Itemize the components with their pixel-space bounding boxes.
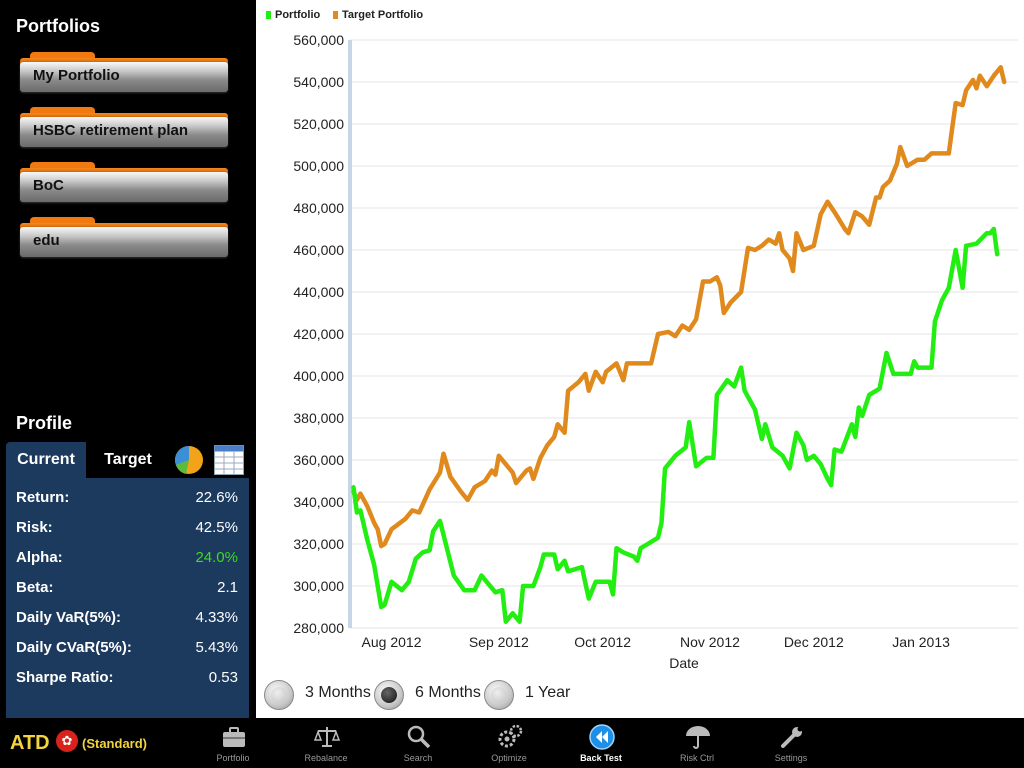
x-tick-label: Aug 2012 — [362, 634, 422, 650]
x-tick-label: Sep 2012 — [469, 634, 529, 650]
edition-label: (Standard) — [82, 736, 147, 751]
x-tick-label: Dec 2012 — [784, 634, 844, 650]
portfolios-title: Portfolios — [16, 16, 100, 36]
nav-label: Portfolio — [216, 753, 250, 763]
metric-risk: Risk: 42.5% — [16, 519, 238, 543]
y-tick-label: 420,000 — [293, 326, 344, 342]
radio-button[interactable] — [264, 680, 294, 710]
tab-current[interactable]: Current — [6, 442, 86, 478]
sidebar: Portfolios My Portfolio HSBC retirement … — [0, 0, 256, 718]
metric-label: Return: — [16, 489, 70, 506]
metric-alpha: Alpha: 24.0% — [16, 549, 238, 573]
y-tick-label: 340,000 — [293, 494, 344, 510]
nav-back-test[interactable]: Back Test — [566, 718, 636, 768]
rewind-icon — [589, 724, 615, 750]
tab-target[interactable]: Target — [86, 442, 170, 478]
metric-value: 2.1 — [217, 579, 238, 596]
y-tick-label: 520,000 — [293, 116, 344, 132]
metric-beta: Beta: 2.1 — [16, 579, 238, 603]
bottom-tab-bar: ATD ✿ (Standard) Portfolio Rebalance Sea… — [0, 718, 1024, 768]
y-tick-label: 500,000 — [293, 158, 344, 174]
y-tick-label: 480,000 — [293, 200, 344, 216]
nav-label: Optimize — [491, 753, 527, 763]
nav-search[interactable]: Search — [383, 718, 453, 768]
nav-portfolio[interactable]: Portfolio — [198, 718, 268, 768]
nav-label: Search — [403, 753, 433, 763]
table-icon[interactable] — [214, 445, 244, 475]
metric-value: 0.53 — [208, 669, 238, 686]
y-tick-label: 460,000 — [293, 242, 344, 258]
scales-icon — [314, 727, 340, 747]
chart-area: Portfolio Target Portfolio 280,000 300,00… — [256, 0, 1024, 718]
portfolio-folder-boc[interactable]: BoC — [20, 162, 230, 202]
portfolio-folder-hsbc[interactable]: HSBC retirement plan — [20, 107, 230, 147]
y-tick-label: 380,000 — [293, 410, 344, 426]
series-line-portfolio — [351, 226, 1000, 624]
nav-label: Risk Ctrl — [680, 753, 714, 763]
y-tick-label: 360,000 — [293, 452, 344, 468]
series-line-target-portfolio — [351, 65, 1007, 549]
y-tick-label: 440,000 — [293, 284, 344, 300]
metric-daily-cvar: Daily CVaR(5%): 5.43% — [16, 639, 238, 663]
radio-button-selected[interactable] — [374, 680, 404, 710]
umbrella-icon — [686, 726, 710, 749]
metric-label: Daily CVaR(5%): — [16, 639, 132, 656]
nav-label: Back Test — [580, 753, 622, 763]
folder-label: HSBC retirement plan — [33, 122, 189, 139]
metric-label: Risk: — [16, 519, 53, 536]
nav-risk-ctrl[interactable]: Risk Ctrl — [662, 718, 732, 768]
metric-value: 42.5% — [195, 519, 238, 536]
hk-flag-icon: ✿ — [56, 730, 78, 752]
range-label: 6 Months — [415, 684, 481, 701]
gears-icon — [498, 724, 523, 748]
metric-value: 5.43% — [195, 639, 238, 656]
metric-label: Daily VaR(5%): — [16, 609, 122, 626]
portfolio-folder-my-portfolio[interactable]: My Portfolio — [20, 52, 230, 92]
folder-label: edu — [33, 232, 60, 249]
profile-title: Profile — [16, 413, 73, 433]
metric-label: Beta: — [16, 579, 54, 596]
wrench-icon — [781, 726, 803, 748]
y-tick-label: 300,000 — [293, 578, 344, 594]
y-tick-label: 320,000 — [293, 536, 344, 552]
y-tick-label: 560,000 — [293, 32, 344, 48]
metric-daily-var: Daily VaR(5%): 4.33% — [16, 609, 238, 633]
y-tick-label: 280,000 — [293, 620, 344, 636]
y-tick-label: 400,000 — [293, 368, 344, 384]
folder-label: BoC — [33, 177, 64, 194]
metric-label: Alpha: — [16, 549, 63, 566]
nav-optimize[interactable]: Optimize — [474, 718, 544, 768]
radio-button[interactable] — [484, 680, 514, 710]
metric-value: 22.6% — [195, 489, 238, 506]
x-tick-label: Jan 2013 — [892, 634, 950, 650]
metric-value: 24.0% — [195, 549, 238, 566]
metric-label: Sharpe Ratio: — [16, 669, 114, 686]
x-tick-label: Nov 2012 — [680, 634, 740, 650]
pie-chart-icon[interactable] — [174, 445, 204, 475]
y-axis — [348, 40, 352, 628]
nav-label: Settings — [774, 753, 808, 763]
range-label: 3 Months — [305, 684, 371, 701]
metric-value: 4.33% — [195, 609, 238, 626]
metric-sharpe-ratio: Sharpe Ratio: 0.53 — [16, 669, 238, 693]
y-tick-label: 540,000 — [293, 74, 344, 90]
briefcase-icon — [223, 727, 245, 747]
folder-label: My Portfolio — [33, 67, 120, 84]
nav-rebalance[interactable]: Rebalance — [291, 718, 361, 768]
metric-return: Return: 22.6% — [16, 489, 238, 513]
nav-settings[interactable]: Settings — [756, 718, 826, 768]
profile-panel: Current Target Return: 22.6% Risk: 42.5%… — [6, 442, 249, 718]
line-chart: 280,000 300,000 320,000 340,000 360,000 380,0… — [293, 32, 1018, 671]
range-label: 1 Year — [525, 684, 571, 701]
magnifier-icon — [407, 725, 431, 749]
x-tick-label: Oct 2012 — [574, 634, 631, 650]
nav-label: Rebalance — [304, 753, 348, 763]
brand-logo: ATD — [10, 732, 50, 754]
portfolio-folder-edu[interactable]: edu — [20, 217, 230, 257]
x-axis-label: Date — [669, 655, 699, 671]
